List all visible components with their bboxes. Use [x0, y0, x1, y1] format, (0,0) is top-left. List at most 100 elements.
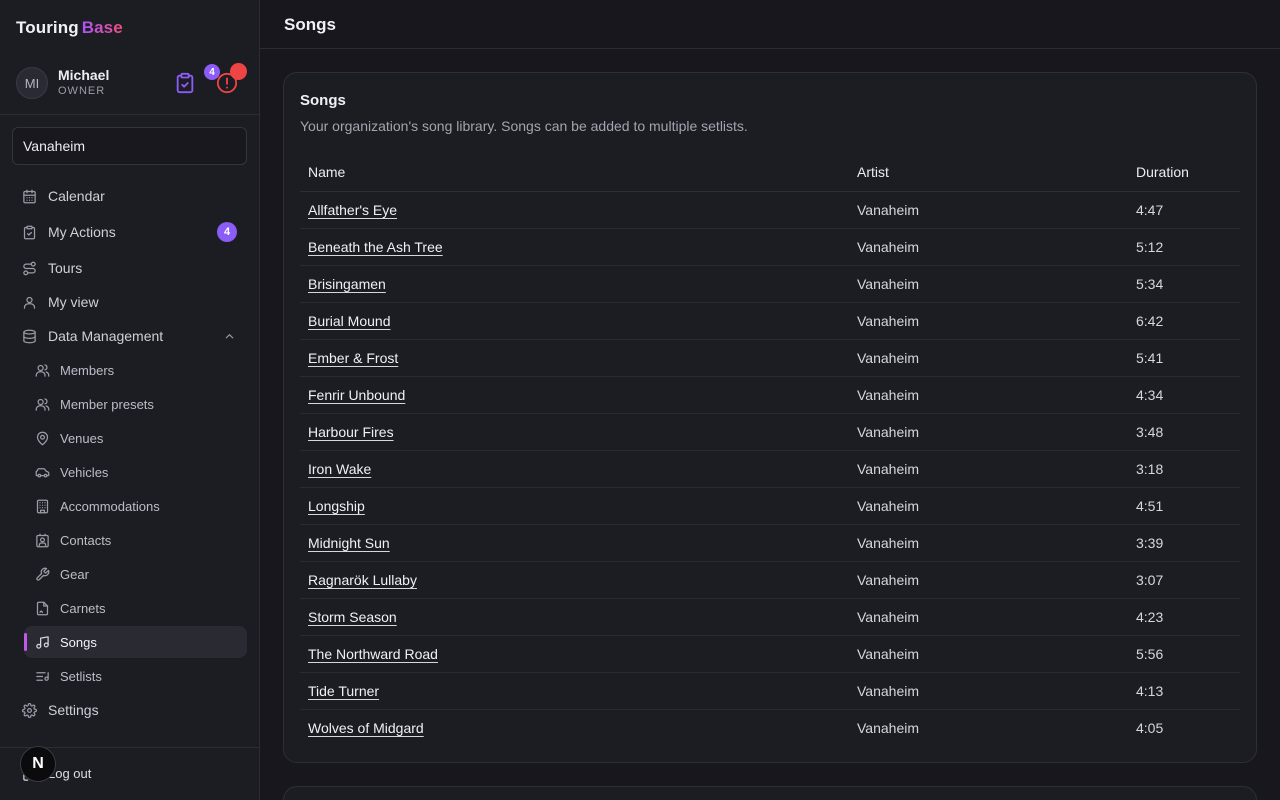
table-row[interactable]: The Northward Road Vanaheim 5:56	[300, 636, 1240, 673]
sidebar-item-vehicles[interactable]: Vehicles	[24, 456, 247, 488]
song-duration: 4:13	[1136, 683, 1164, 699]
column-header-name[interactable]: Name	[308, 164, 345, 180]
avatar[interactable]: MI	[16, 67, 48, 99]
song-duration: 4:34	[1136, 387, 1164, 403]
sidebar-item-contacts[interactable]: Contacts	[24, 524, 247, 556]
song-name-link[interactable]: Wolves of Midgard	[308, 720, 424, 736]
sidebar-item-label: Contacts	[60, 532, 112, 548]
song-artist: Vanaheim	[857, 609, 920, 625]
song-name-link[interactable]: Ragnarök Lullaby	[308, 572, 417, 588]
user-role: OWNER	[58, 85, 106, 97]
column-header-artist[interactable]: Artist	[857, 164, 889, 180]
song-artist: Vanaheim	[857, 276, 920, 292]
song-duration: 6:42	[1136, 313, 1164, 329]
table-row[interactable]: Harbour Fires Vanaheim 3:48	[300, 414, 1240, 451]
song-duration: 5:12	[1136, 239, 1164, 255]
sidebar-item-members[interactable]: Members	[24, 354, 247, 386]
sidebar-item-accommodations[interactable]: Accommodations	[24, 490, 247, 522]
song-artist: Vanaheim	[857, 461, 920, 477]
table-row[interactable]: Beneath the Ash Tree Vanaheim 5:12	[300, 229, 1240, 266]
song-name-link[interactable]: Tide Turner	[308, 683, 379, 699]
secondary-card	[283, 786, 1257, 800]
table-row[interactable]: Burial Mound Vanaheim 6:42	[300, 303, 1240, 340]
sidebar-item-settings[interactable]: Settings	[12, 694, 247, 726]
song-name-link[interactable]: Storm Season	[308, 609, 397, 625]
brand-text-touring: Touring	[16, 18, 79, 37]
table-row[interactable]: Storm Season Vanaheim 4:23	[300, 599, 1240, 636]
song-name-link[interactable]: Midnight Sun	[308, 535, 390, 551]
song-name-link[interactable]: The Northward Road	[308, 646, 438, 662]
song-artist: Vanaheim	[857, 720, 920, 736]
column-header-duration[interactable]: Duration	[1136, 164, 1189, 180]
song-name-link[interactable]: Burial Mound	[308, 313, 391, 329]
song-duration: 3:18	[1136, 461, 1164, 477]
sidebar-item-carnets[interactable]: Carnets	[24, 592, 247, 624]
user-icon	[22, 295, 37, 310]
card-title: Songs	[300, 92, 346, 109]
table-row[interactable]: Ember & Frost Vanaheim 5:41	[300, 340, 1240, 377]
table-row[interactable]: Allfather's Eye Vanaheim 4:47	[300, 192, 1240, 229]
sidebar-item-tours[interactable]: Tours	[12, 252, 247, 284]
table-row[interactable]: Wolves of Midgard Vanaheim 4:05	[300, 710, 1240, 747]
clipboard-check-icon[interactable]	[174, 72, 196, 94]
users-icon	[35, 363, 50, 378]
song-artist: Vanaheim	[857, 498, 920, 514]
song-artist: Vanaheim	[857, 683, 920, 699]
sidebar-item-songs[interactable]: Songs	[24, 626, 247, 658]
building-icon	[35, 499, 50, 514]
table-row[interactable]: Midnight Sun Vanaheim 3:39	[300, 525, 1240, 562]
sidebar-item-venues[interactable]: Venues	[24, 422, 247, 454]
sidebar-item-label: Member presets	[60, 396, 154, 412]
song-duration: 5:41	[1136, 350, 1164, 366]
song-name-link[interactable]: Harbour Fires	[308, 424, 394, 440]
song-name-link[interactable]: Longship	[308, 498, 365, 514]
song-name-link[interactable]: Fenrir Unbound	[308, 387, 405, 403]
top-bar: Songs	[260, 0, 1280, 49]
table-row[interactable]: Brisingamen Vanaheim 5:34	[300, 266, 1240, 303]
user-profile: MI Michael OWNER 4	[16, 63, 248, 100]
sidebar-item-label: Gear	[60, 566, 89, 582]
song-name-link[interactable]: Ember & Frost	[308, 350, 398, 366]
table-row[interactable]: Tide Turner Vanaheim 4:13	[300, 673, 1240, 710]
sidebar-item-my-view[interactable]: My view	[12, 286, 247, 318]
song-name-link[interactable]: Iron Wake	[308, 461, 371, 477]
organization-select[interactable]: Vanaheim	[12, 127, 247, 165]
song-duration: 4:47	[1136, 202, 1164, 218]
wrench-icon	[35, 567, 50, 582]
song-artist: Vanaheim	[857, 239, 920, 255]
sidebar-item-data-management[interactable]: Data Management	[12, 320, 247, 352]
users-icon	[35, 397, 50, 412]
table-row[interactable]: Longship Vanaheim 4:51	[300, 488, 1240, 525]
sidebar-item-label: Members	[60, 362, 115, 378]
sidebar: Touring Base MI Michael OWNER 4 Vanaheim …	[0, 0, 260, 800]
sidebar-item-label: Accommodations	[60, 498, 160, 514]
sidebar-item-gear[interactable]: Gear	[24, 558, 247, 590]
table-row[interactable]: Iron Wake Vanaheim 3:18	[300, 451, 1240, 488]
page-title: Songs	[284, 15, 336, 34]
song-artist: Vanaheim	[857, 350, 920, 366]
clipboard-check-icon	[22, 225, 37, 240]
brand-logo[interactable]: Touring Base	[16, 18, 123, 38]
database-icon	[22, 329, 37, 344]
sidebar-item-member-presets[interactable]: Member presets	[24, 388, 247, 420]
song-duration: 3:07	[1136, 572, 1164, 588]
route-icon	[22, 261, 37, 276]
chevron-up-icon[interactable]	[224, 331, 235, 342]
table-row[interactable]: Fenrir Unbound Vanaheim 4:34	[300, 377, 1240, 414]
songs-card: Songs Your organization's song library. …	[283, 72, 1257, 763]
song-duration: 3:39	[1136, 535, 1164, 551]
sidebar-item-calendar[interactable]: Calendar	[12, 180, 247, 212]
table-row[interactable]: Ragnarök Lullaby Vanaheim 3:07	[300, 562, 1240, 599]
song-name-link[interactable]: Allfather's Eye	[308, 202, 397, 218]
sidebar-item-label: Setlists	[60, 668, 102, 684]
table-body: Allfather's Eye Vanaheim 4:47 Beneath the A…	[300, 192, 1240, 747]
song-name-link[interactable]: Beneath the Ash Tree	[308, 239, 443, 255]
dev-tools-badge[interactable]: N	[20, 746, 56, 782]
song-artist: Vanaheim	[857, 424, 920, 440]
sidebar-item-setlists[interactable]: Setlists	[24, 660, 247, 692]
calendar-icon	[22, 189, 37, 204]
sidebar-item-my-actions[interactable]: My Actions 4	[12, 216, 247, 248]
file-icon	[35, 601, 50, 616]
song-artist: Vanaheim	[857, 313, 920, 329]
song-name-link[interactable]: Brisingamen	[308, 276, 386, 292]
